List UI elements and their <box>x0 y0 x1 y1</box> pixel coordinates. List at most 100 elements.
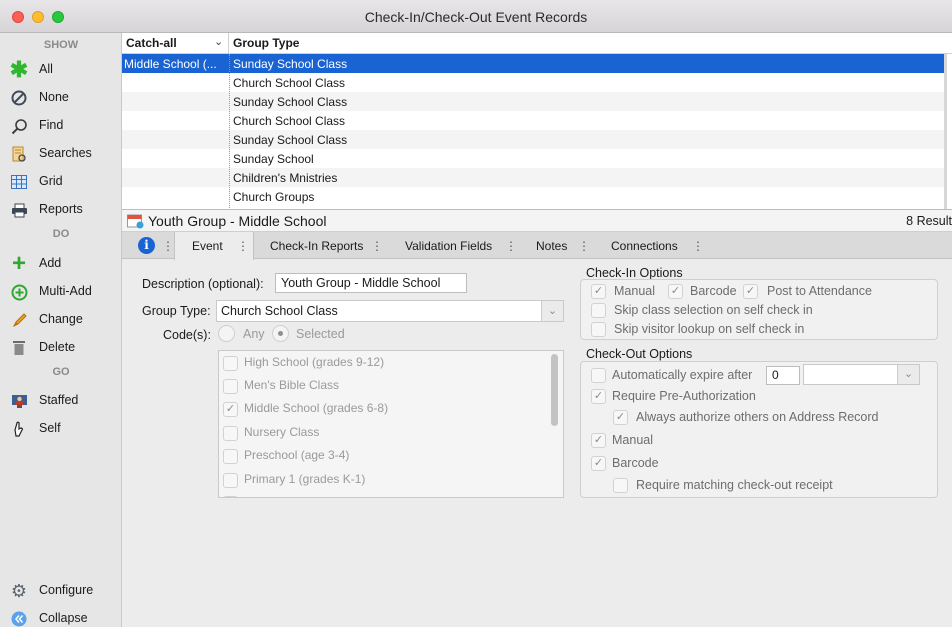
tab-notes[interactable]: Notes ⋮ <box>513 232 590 259</box>
asterisk-icon: ✱ <box>9 57 29 82</box>
table-row[interactable]: Sunday School <box>122 149 944 168</box>
column-divider[interactable] <box>228 33 229 54</box>
sidebar-item-label: Find <box>39 118 64 132</box>
code-checkbox[interactable]: ✓ <box>223 402 238 417</box>
code-checkbox[interactable] <box>223 449 238 464</box>
sidebar-item-change[interactable]: Change <box>0 307 121 333</box>
sidebar-item-multi-add[interactable]: Multi-Add <box>0 279 121 305</box>
table-row[interactable]: Church School Class <box>122 73 944 92</box>
codes-list-scrollbar[interactable] <box>551 354 558 426</box>
grid-icon <box>10 173 28 191</box>
sidebar-item-label: Multi-Add <box>39 284 92 298</box>
sidebar-item-collapse[interactable]: Collapse <box>0 606 121 627</box>
column-header-group-type[interactable]: Group Type <box>233 36 299 50</box>
tab-label: Validation Fields <box>405 239 493 253</box>
code-checkbox[interactable] <box>223 379 238 394</box>
show-heading: SHOW <box>43 39 79 51</box>
tab-validation-fields[interactable]: Validation Fields ⋮ <box>382 232 517 259</box>
list-item[interactable] <box>219 491 549 497</box>
cell-group-type: Church School Class <box>233 114 346 128</box>
tab-separator: ⋮ <box>692 239 704 253</box>
pencil-icon <box>10 311 28 329</box>
sidebar-item-label: Searches <box>39 146 92 160</box>
table-row[interactable]: Sunday School Class <box>122 130 944 149</box>
sidebar-item-configure[interactable]: ⚙ Configure <box>0 578 121 604</box>
tab-check-in-reports[interactable]: Check-In Reports ⋮ <box>254 232 383 259</box>
title-bar: Check-In/Check-Out Event Records <box>0 0 952 33</box>
gear-icon: ⚙ <box>10 581 28 601</box>
list-item[interactable]: ✓ Middle School (grades 6-8) <box>219 397 549 421</box>
sidebar-item-searches[interactable]: Searches <box>0 141 121 167</box>
checkout-barcode-checkbox[interactable]: ✓ <box>591 456 606 471</box>
post-to-attendance-checkbox[interactable]: ✓ <box>743 284 758 299</box>
go-heading: GO <box>52 366 70 378</box>
description-label: Description (optional): <box>142 277 264 291</box>
checkin-barcode-checkbox[interactable]: ✓ <box>668 284 683 299</box>
codes-any-radio[interactable] <box>218 325 235 342</box>
cell-group-type: Church Groups <box>233 190 315 204</box>
chevron-down-icon[interactable]: ⌄ <box>897 365 919 384</box>
code-checkbox[interactable] <box>223 496 238 497</box>
code-label: High School (grades 9-12) <box>244 355 385 369</box>
cell-group-type: Children's Mnistries <box>233 171 338 185</box>
cell-group-type: Sunday School Class <box>233 57 348 71</box>
tab-bar: i ⋮ Event ⋮ Check-In Reports ⋮ Validatio… <box>122 232 952 260</box>
info-icon[interactable]: i <box>138 237 155 254</box>
auto-expire-value-field[interactable]: 0 <box>766 366 800 385</box>
column-header-catch-all[interactable]: Catch-all <box>126 36 177 50</box>
post-to-attendance-label: Post to Attendance <box>767 284 872 298</box>
require-receipt-label: Require matching check-out receipt <box>636 478 833 492</box>
sidebar-item-add[interactable]: + Add <box>0 251 121 277</box>
description-field[interactable]: Youth Group - Middle School <box>275 273 467 293</box>
sidebar-item-label: Grid <box>39 174 63 188</box>
chevron-down-icon[interactable]: ⌄ <box>541 301 563 321</box>
always-authorize-checkbox[interactable]: ✓ <box>613 410 628 425</box>
tab-info[interactable]: i ⋮ <box>122 232 174 259</box>
table-row[interactable]: Children's Mnistries <box>122 168 944 187</box>
calendar-icon <box>127 213 144 229</box>
sidebar-item-none[interactable]: None <box>0 85 121 111</box>
sidebar-item-grid[interactable]: Grid <box>0 169 121 195</box>
require-receipt-checkbox[interactable] <box>613 478 628 493</box>
code-checkbox[interactable] <box>223 356 238 371</box>
sidebar-item-delete[interactable]: Delete <box>0 335 121 361</box>
sidebar-item-reports[interactable]: Reports <box>0 197 121 223</box>
grid-scrollbar[interactable] <box>944 54 947 209</box>
table-row[interactable]: Church School Class <box>122 111 944 130</box>
skip-visitor-checkbox[interactable] <box>591 322 606 337</box>
none-icon <box>10 89 28 107</box>
list-item[interactable]: High School (grades 9-12) <box>219 351 549 375</box>
cell-group-type: Sunday School Class <box>233 133 348 147</box>
table-row[interactable]: Church Groups <box>122 187 944 206</box>
checkin-manual-checkbox[interactable]: ✓ <box>591 284 606 299</box>
always-authorize-label: Always authorize others on Address Recor… <box>636 410 879 424</box>
list-item[interactable]: Preschool (age 3-4) <box>219 444 549 468</box>
tab-separator: ⋮ <box>162 239 174 253</box>
grid-header: Catch-all ⌄ Group Type <box>122 33 952 54</box>
sidebar-item-all[interactable]: ✱ All <box>0 57 121 83</box>
group-type-select[interactable]: Church School Class ⌄ <box>216 300 564 322</box>
table-row[interactable]: Sunday School Class <box>122 92 944 111</box>
results-grid: Catch-all ⌄ Group Type Middle School (..… <box>122 33 952 210</box>
sidebar-item-staffed[interactable]: Staffed <box>0 388 121 414</box>
sidebar-item-find[interactable]: Find <box>0 113 121 139</box>
checkout-manual-checkbox[interactable]: ✓ <box>591 433 606 448</box>
checkin-barcode-label: Barcode <box>690 284 737 298</box>
chevron-down-icon[interactable]: ⌄ <box>214 35 223 48</box>
codes-selected-radio[interactable] <box>272 325 289 342</box>
list-item[interactable]: Nursery Class <box>219 421 549 445</box>
auto-expire-checkbox[interactable] <box>591 368 606 383</box>
expire-unit-select[interactable]: ⌄ <box>803 364 920 385</box>
list-item[interactable]: Primary 1 (grades K-1) <box>219 468 549 492</box>
sidebar-item-self[interactable]: Self <box>0 416 121 442</box>
list-item[interactable]: Men's Bible Class <box>219 374 549 398</box>
trash-icon <box>10 339 28 357</box>
tab-connections[interactable]: Connections ⋮ <box>587 232 707 259</box>
tab-event[interactable]: Event ⋮ <box>174 232 254 260</box>
code-checkbox[interactable] <box>223 426 238 441</box>
tab-separator: ⋮ <box>237 239 249 253</box>
skip-class-checkbox[interactable] <box>591 303 606 318</box>
require-preauth-checkbox[interactable]: ✓ <box>591 389 606 404</box>
table-row[interactable]: Middle School (... Sunday School Class <box>122 54 944 73</box>
code-checkbox[interactable] <box>223 473 238 488</box>
